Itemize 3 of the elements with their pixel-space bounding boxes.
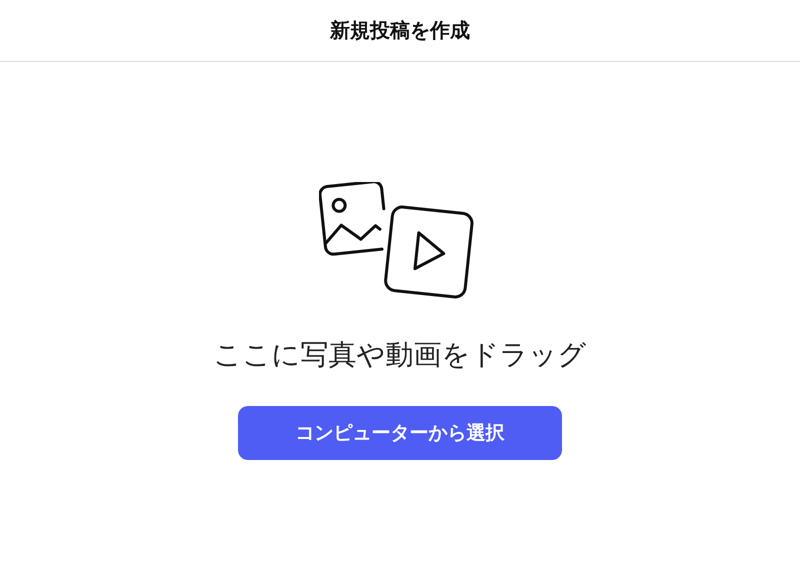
dialog-title: 新規投稿を作成 xyxy=(330,17,470,44)
drag-prompt: ここに写真や動画をドラッグ xyxy=(214,338,586,372)
select-from-computer-button[interactable]: コンピューターから選択 xyxy=(238,406,562,460)
